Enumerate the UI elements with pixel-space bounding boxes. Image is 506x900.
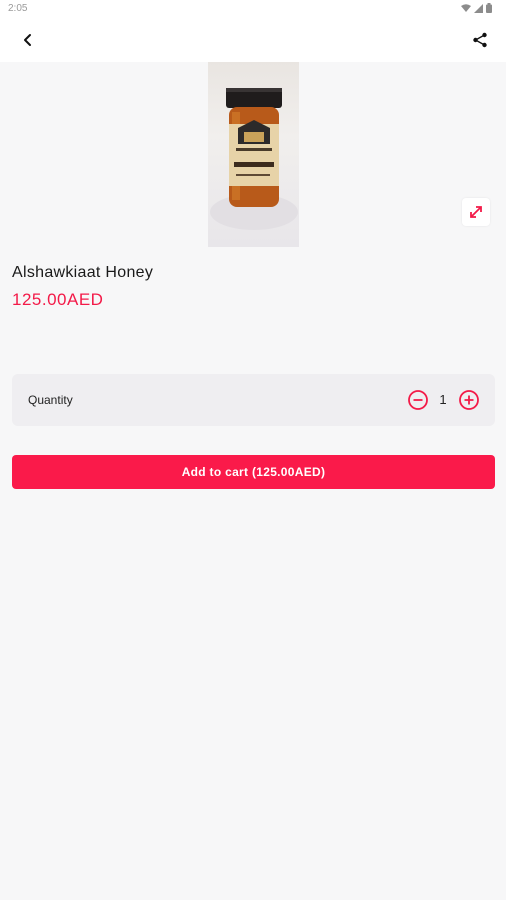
plus-circle-icon <box>459 390 479 410</box>
share-button[interactable] <box>468 28 492 52</box>
app-bar <box>0 18 506 62</box>
quantity-label: Quantity <box>28 393 73 407</box>
status-time: 2:05 <box>8 3 28 14</box>
quantity-increase-button[interactable] <box>458 389 480 411</box>
status-bar: 2:05 <box>0 0 506 18</box>
expand-image-button[interactable] <box>462 198 490 226</box>
honey-jar-image <box>210 88 298 230</box>
expand-icon <box>470 206 482 218</box>
signal-icon <box>474 3 483 13</box>
product-price: 125.00AED <box>12 290 104 309</box>
wifi-icon <box>461 3 471 12</box>
product-image[interactable] <box>208 62 299 247</box>
back-button[interactable] <box>16 28 40 52</box>
share-icon <box>473 32 487 48</box>
quantity-value: 1 <box>439 392 447 407</box>
quantity-decrease-button[interactable] <box>407 389 429 411</box>
minus-circle-icon <box>408 390 428 410</box>
battery-icon <box>486 3 492 13</box>
arrow-left-icon <box>24 34 31 46</box>
product-title: Alshawkiaat Honey <box>12 264 154 281</box>
add-to-cart-button[interactable]: Add to cart (125.00AED) <box>12 455 495 489</box>
quantity-card: Quantity 1 <box>12 374 495 426</box>
status-icons <box>461 3 492 13</box>
